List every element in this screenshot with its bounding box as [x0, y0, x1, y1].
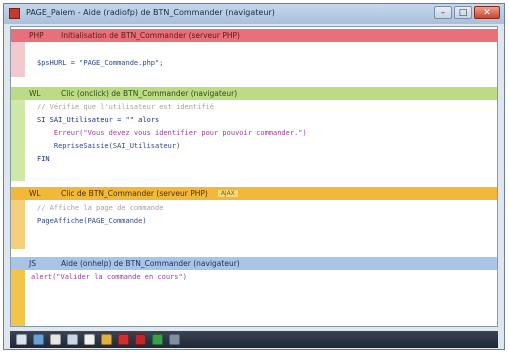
section-title: Initialisation de BTN_Commander (serveur… — [61, 31, 240, 40]
code-editor[interactable]: PHP Initialisation de BTN_Commander (ser… — [10, 26, 498, 327]
section-header[interactable]: WL Clic de BTN_Commander (serveur PHP) A… — [11, 187, 497, 200]
section-js-help: JS Aide (onhelp) de BTN_Commander (navig… — [11, 257, 497, 326]
window-title: PAGE_Paiem - Aide (radiofp) de BTN_Comma… — [26, 8, 275, 17]
section-tag: PHP — [29, 31, 44, 40]
app-icon — [9, 8, 20, 19]
windev-icon[interactable] — [67, 334, 78, 345]
close-button[interactable]: ✕ — [474, 6, 500, 19]
code-line[interactable]: Erreur("Vous devez vous identifier pour … — [37, 129, 307, 137]
green-app-icon[interactable] — [152, 334, 163, 345]
section-wl-click: WL Clic (onclick) de BTN_Commander (navi… — [11, 87, 497, 181]
code-line[interactable]: RepriseSaisie(SAI_Utilisateur) — [37, 142, 180, 150]
section-bar — [11, 270, 25, 326]
section-header[interactable]: WL Clic (onclick) de BTN_Commander (navi… — [11, 87, 497, 100]
window-controls: – □ ✕ — [434, 6, 500, 19]
code-icon[interactable] — [101, 334, 112, 345]
code-line[interactable]: $psHURL = "PAGE_Commande.php"; — [37, 59, 163, 67]
code-line[interactable]: // Vérifie que l'utilisateur est identif… — [37, 103, 214, 111]
minimize-button[interactable]: – — [434, 6, 452, 19]
section-title: Aide (onhelp) de BTN_Commander (navigate… — [61, 259, 240, 268]
code-line[interactable]: alert("Valider la commande en cours") — [31, 273, 187, 281]
maximize-button[interactable]: □ — [454, 6, 472, 19]
code-line[interactable]: PageAffiche(PAGE_Commande) — [37, 217, 147, 225]
section-php-init: PHP Initialisation de BTN_Commander (ser… — [11, 29, 497, 77]
section-header[interactable]: JS Aide (onhelp) de BTN_Commander (navig… — [11, 257, 497, 270]
app-window: PAGE_Paiem - Aide (radiofp) de BTN_Comma… — [3, 3, 505, 350]
section-wl-server: WL Clic de BTN_Commander (serveur PHP) A… — [11, 187, 497, 249]
section-tag: WL — [29, 89, 41, 98]
title-bar[interactable]: PAGE_Paiem - Aide (radiofp) de BTN_Comma… — [4, 4, 504, 24]
start-icon[interactable] — [16, 334, 27, 345]
document-icon[interactable] — [50, 334, 61, 345]
stop-icon[interactable] — [118, 334, 129, 345]
section-bar — [11, 42, 25, 77]
explorer-icon[interactable] — [33, 334, 44, 345]
taskbar — [10, 331, 498, 348]
section-bar — [11, 100, 25, 181]
page-icon[interactable] — [84, 334, 95, 345]
ajax-badge[interactable]: AJAX — [217, 190, 238, 197]
red-app-icon[interactable] — [135, 334, 146, 345]
section-title: Clic (onclick) de BTN_Commander (navigat… — [61, 89, 238, 98]
section-header[interactable]: PHP Initialisation de BTN_Commander (ser… — [11, 29, 497, 42]
section-tag: WL — [29, 189, 41, 198]
code-line[interactable]: // Affiche la page de commande — [37, 204, 163, 212]
section-tag: JS — [29, 259, 36, 268]
dots-icon[interactable] — [169, 334, 180, 345]
code-line[interactable]: SI SAI_Utilisateur = "" alors — [37, 116, 159, 124]
code-line[interactable]: FIN — [37, 155, 50, 163]
section-bar — [11, 200, 25, 249]
section-title: Clic de BTN_Commander (serveur PHP) — [61, 189, 208, 198]
